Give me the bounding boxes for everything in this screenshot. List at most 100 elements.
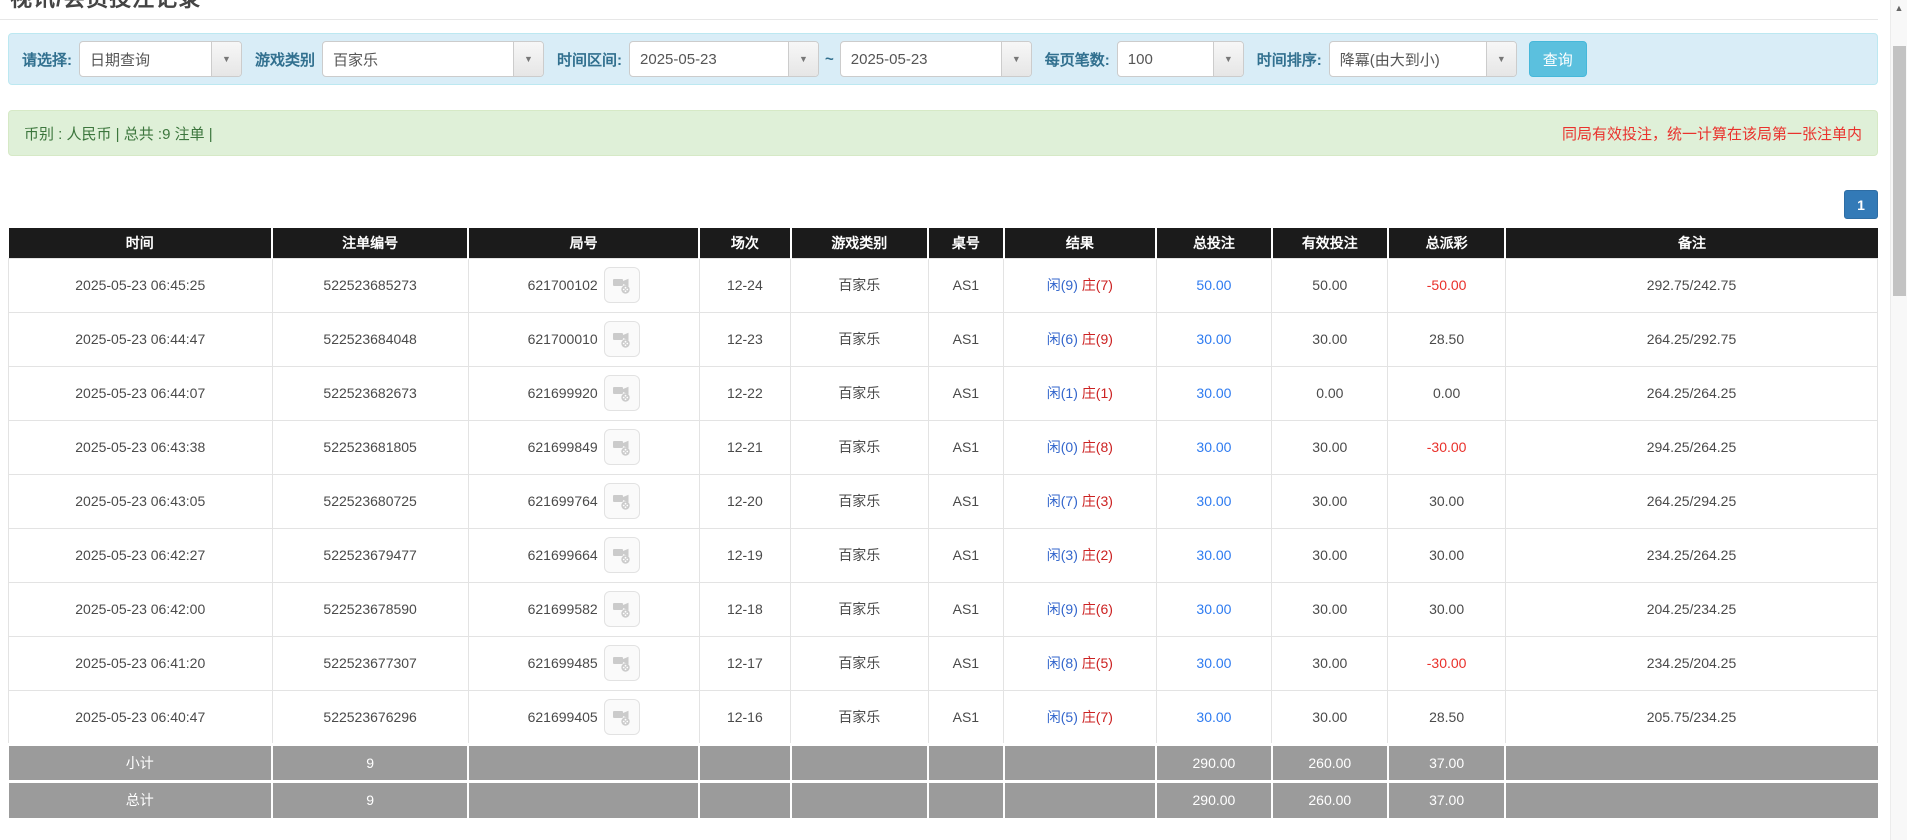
round-id: 621699664: [528, 547, 598, 563]
cell-round: 621699764: [468, 474, 699, 528]
cell-valid-bet: 30.00: [1272, 420, 1388, 474]
cell-game: 百家乐: [791, 420, 928, 474]
cell-time: 2025-05-23 06:45:25: [9, 258, 273, 312]
cell-bet-id: 522523682673: [272, 366, 468, 420]
per-page-value: 100: [1118, 42, 1213, 76]
vertical-scrollbar[interactable]: ▲: [1890, 0, 1907, 840]
result-banker: 庄(5): [1082, 655, 1113, 671]
col-header-bet-id: 注单编号: [272, 228, 468, 258]
round-id: 621699920: [528, 385, 598, 401]
result-player: 闲(6): [1047, 331, 1078, 347]
sort-value: 降冪(由大到小): [1330, 42, 1486, 76]
chevron-down-icon[interactable]: ▼: [1001, 42, 1031, 76]
cell-result: 闲(7) 庄(3): [1004, 474, 1156, 528]
cell-table-no: AS1: [928, 258, 1004, 312]
cell-round: 621699405: [468, 690, 699, 744]
round-id: 621699485: [528, 655, 598, 671]
table-header-row: 时间 注单编号 局号 场次 游戏类别 桌号 结果 总投注 有效投注 总派彩 备注: [9, 228, 1878, 258]
cell-session: 12-18: [699, 582, 791, 636]
video-replay-button[interactable]: [604, 591, 640, 627]
result-player: 闲(8): [1047, 655, 1078, 671]
cell-time: 2025-05-23 06:41:20: [9, 636, 273, 690]
currency-summary-text: 币别 : 人民币 | 总共 :9 注单 |: [24, 123, 213, 144]
cell-table-no: AS1: [928, 366, 1004, 420]
video-replay-button[interactable]: [604, 537, 640, 573]
cell-payout: -30.00: [1388, 636, 1506, 690]
chevron-down-icon[interactable]: ▼: [788, 42, 818, 76]
query-type-value: 日期查询: [80, 42, 211, 76]
page-1-button[interactable]: 1: [1844, 190, 1878, 219]
game-type-label: 游戏类别: [255, 49, 315, 70]
round-id: 621700010: [528, 331, 598, 347]
time-range-label: 时间区间:: [557, 49, 622, 70]
cell-game: 百家乐: [791, 528, 928, 582]
cell-payout: -30.00: [1388, 420, 1506, 474]
table-row: 2025-05-23 06:44:07 522523682673 6216999…: [9, 366, 1878, 420]
cell-total-bet-link[interactable]: 30.00: [1156, 312, 1272, 366]
cell-total-bet-link[interactable]: 30.00: [1156, 420, 1272, 474]
totals-total-bet: 290.00: [1156, 744, 1272, 781]
cell-round: 621699582: [468, 582, 699, 636]
cell-result: 闲(1) 庄(1): [1004, 366, 1156, 420]
page-title: 视讯/会员投注记录: [10, 0, 1907, 11]
col-header-total-bet: 总投注: [1156, 228, 1272, 258]
date-from-select[interactable]: 2025-05-23 ▼: [629, 41, 819, 77]
cell-session: 12-24: [699, 258, 791, 312]
totals-valid-bet: 260.00: [1272, 744, 1388, 781]
video-replay-button[interactable]: [604, 483, 640, 519]
query-type-select[interactable]: 日期查询 ▼: [79, 41, 242, 77]
cell-total-bet-link[interactable]: 30.00: [1156, 474, 1272, 528]
cell-remark: 234.25/264.25: [1505, 528, 1877, 582]
cell-time: 2025-05-23 06:44:07: [9, 366, 273, 420]
video-icon: [612, 707, 632, 727]
chevron-down-icon[interactable]: ▼: [1486, 42, 1516, 76]
cell-total-bet-link[interactable]: 30.00: [1156, 690, 1272, 744]
cell-total-bet-link[interactable]: 50.00: [1156, 258, 1272, 312]
scroll-up-icon[interactable]: ▲: [1891, 0, 1907, 16]
scrollbar-thumb[interactable]: [1893, 46, 1906, 296]
cell-time: 2025-05-23 06:40:47: [9, 690, 273, 744]
sort-label: 时间排序:: [1257, 49, 1322, 70]
sort-select[interactable]: 降冪(由大到小) ▼: [1329, 41, 1517, 77]
cell-result: 闲(8) 庄(5): [1004, 636, 1156, 690]
result-player: 闲(1): [1047, 385, 1078, 401]
video-icon: [612, 329, 632, 349]
cell-valid-bet: 30.00: [1272, 636, 1388, 690]
totals-count: 9: [272, 744, 468, 781]
valid-bet-notice: 同局有效投注，统一计算在该局第一张注单内: [1562, 123, 1862, 144]
cell-round: 621699664: [468, 528, 699, 582]
result-banker: 庄(7): [1082, 277, 1113, 293]
video-replay-button[interactable]: [604, 375, 640, 411]
game-type-select[interactable]: 百家乐 ▼: [322, 41, 544, 77]
cell-valid-bet: 30.00: [1272, 474, 1388, 528]
video-replay-button[interactable]: [604, 699, 640, 735]
chevron-down-icon[interactable]: ▼: [211, 42, 241, 76]
chevron-down-icon[interactable]: ▼: [1213, 42, 1243, 76]
per-page-select[interactable]: 100 ▼: [1117, 41, 1244, 77]
video-icon: [612, 599, 632, 619]
cell-total-bet-link[interactable]: 30.00: [1156, 636, 1272, 690]
range-tilde: ~: [825, 51, 834, 68]
cell-valid-bet: 30.00: [1272, 582, 1388, 636]
table-row: 2025-05-23 06:42:00 522523678590 6216995…: [9, 582, 1878, 636]
betting-records-page: 视讯/会员投注记录 请选择: 日期查询 ▼ 游戏类别 百家乐 ▼ 时间区间: 2…: [0, 0, 1907, 840]
video-replay-button[interactable]: [604, 645, 640, 681]
cell-payout: 30.00: [1388, 474, 1506, 528]
table-row: 2025-05-23 06:44:47 522523684048 6217000…: [9, 312, 1878, 366]
video-replay-button[interactable]: [604, 267, 640, 303]
video-replay-button[interactable]: [604, 321, 640, 357]
cell-bet-id: 522523681805: [272, 420, 468, 474]
cell-valid-bet: 50.00: [1272, 258, 1388, 312]
totals-label: 总计: [9, 781, 273, 818]
video-replay-button[interactable]: [604, 429, 640, 465]
cell-table-no: AS1: [928, 528, 1004, 582]
query-type-label: 请选择:: [22, 49, 72, 70]
cell-total-bet-link[interactable]: 30.00: [1156, 528, 1272, 582]
cell-total-bet-link[interactable]: 30.00: [1156, 366, 1272, 420]
cell-remark: 264.25/292.75: [1505, 312, 1877, 366]
round-id: 621700102: [528, 277, 598, 293]
cell-total-bet-link[interactable]: 30.00: [1156, 582, 1272, 636]
date-to-select[interactable]: 2025-05-23 ▼: [840, 41, 1032, 77]
chevron-down-icon[interactable]: ▼: [513, 42, 543, 76]
search-button[interactable]: 查询: [1529, 41, 1587, 77]
